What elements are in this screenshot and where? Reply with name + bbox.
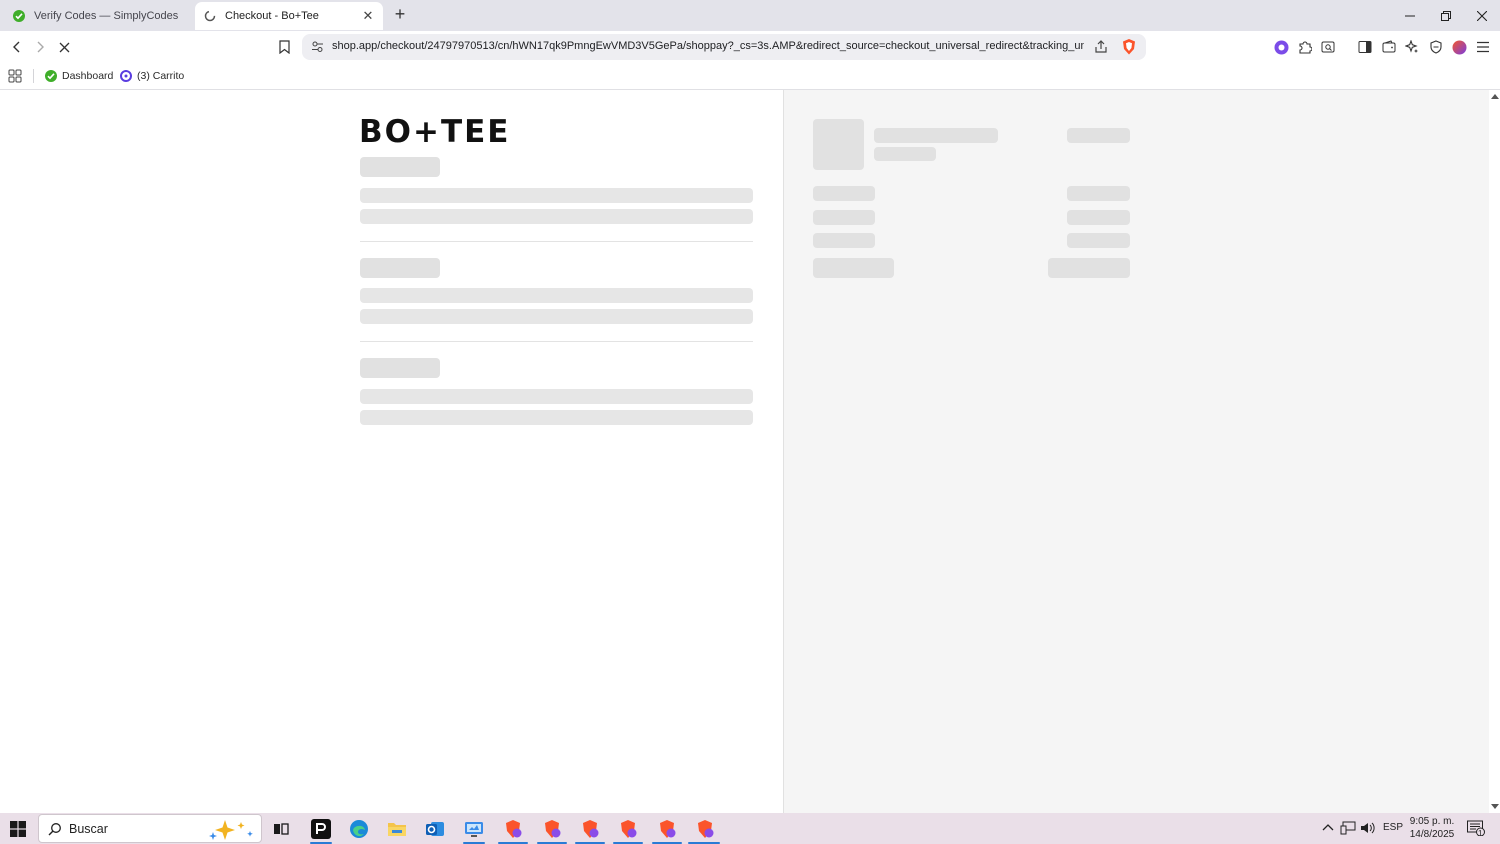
scroll-down-icon[interactable] <box>1491 804 1499 809</box>
brave-window-icon[interactable] <box>694 818 716 840</box>
brave-shields-icon[interactable] <box>1122 39 1136 60</box>
simplycodes-favicon-icon <box>12 9 26 23</box>
bookmark-label: Dashboard <box>62 70 114 82</box>
skeleton-summary-value <box>1067 186 1130 201</box>
taskbar-search-box[interactable]: Buscar <box>38 814 262 843</box>
skeleton-product-title <box>874 128 998 143</box>
section-divider <box>360 241 753 242</box>
task-view-icon[interactable] <box>270 818 292 840</box>
tab-title: Verify Codes — SimplyCodes <box>34 10 179 22</box>
skeleton-section-heading <box>360 157 440 177</box>
brave-window-icon[interactable] <box>579 818 601 840</box>
apps-grid-icon[interactable] <box>8 68 22 84</box>
profile-avatar-icon[interactable] <box>1451 39 1467 55</box>
new-tab-button[interactable]: + <box>391 5 409 24</box>
stop-loading-icon[interactable] <box>54 37 74 57</box>
close-tab-icon[interactable]: ✕ <box>361 9 375 23</box>
tab-verify-codes[interactable]: Verify Codes — SimplyCodes <box>4 2 192 30</box>
simplycodes-extension-icon[interactable] <box>1273 39 1289 55</box>
clock-time: 9:05 p. m. <box>1409 816 1455 827</box>
network-icon[interactable] <box>1340 821 1356 838</box>
brave-window-icon[interactable] <box>656 818 678 840</box>
order-summary-panel <box>783 90 1489 813</box>
taskbar-app-p-icon[interactable] <box>310 818 332 840</box>
checkout-page: BO+TEE <box>0 90 1489 813</box>
section-divider <box>360 341 753 342</box>
botee-logo: BO+TEE <box>359 114 511 150</box>
scroll-up-icon[interactable] <box>1491 94 1499 99</box>
copilot-sparkle-icon <box>205 818 255 844</box>
edge-browser-icon[interactable] <box>348 818 370 840</box>
bookmark-dashboard[interactable]: Dashboard <box>45 68 113 84</box>
skeleton-line <box>360 188 753 203</box>
skeleton-summary-value <box>1067 210 1130 225</box>
bookmarks-divider <box>33 69 34 83</box>
extensions-puzzle-icon[interactable] <box>1297 39 1313 55</box>
skeleton-line <box>360 288 753 303</box>
skeleton-line <box>360 309 753 324</box>
language-indicator[interactable]: ESP <box>1383 822 1403 833</box>
brave-window-icon[interactable] <box>541 818 563 840</box>
skeleton-summary-label <box>813 186 875 201</box>
cart-favicon-icon <box>120 70 132 82</box>
leo-ai-icon[interactable] <box>1404 39 1420 55</box>
skeleton-total-label <box>813 258 894 278</box>
volume-icon[interactable] <box>1360 821 1375 838</box>
skeleton-summary-value <box>1067 233 1130 248</box>
brave-window-icon[interactable] <box>502 818 524 840</box>
skeleton-total-value <box>1048 258 1130 278</box>
tab-strip: Verify Codes — SimplyCodes Checkout - Bo… <box>0 0 1500 31</box>
search-icon <box>48 822 62 841</box>
skeleton-line <box>360 209 753 224</box>
windows-taskbar: Buscar ESP 9:05 p. m. 14/8/2025 1 <box>0 813 1500 844</box>
menu-icon[interactable] <box>1475 39 1491 55</box>
windows-start-icon[interactable] <box>10 821 26 837</box>
bookmark-label: (3) Carrito <box>137 70 185 82</box>
site-info-icon[interactable] <box>311 40 324 58</box>
tab-search-icon[interactable] <box>1320 39 1336 55</box>
sidebar-toggle-icon[interactable] <box>1357 39 1373 55</box>
browser-toolbar: shop.app/checkout/24797970513/cn/hWN17qk… <box>0 31 1500 62</box>
remote-desktop-icon[interactable] <box>463 818 485 840</box>
notification-count: 1 <box>1478 829 1483 838</box>
tab-title: Checkout - Bo+Tee <box>225 10 319 22</box>
skeleton-summary-label <box>813 233 875 248</box>
skeleton-section-heading <box>360 258 440 278</box>
skeleton-product-price <box>1067 128 1130 143</box>
brave-window-icon[interactable] <box>617 818 639 840</box>
forward-icon[interactable] <box>30 37 50 57</box>
close-window-icon[interactable] <box>1472 6 1492 26</box>
bookmark-icon[interactable] <box>274 37 294 57</box>
skeleton-summary-label <box>813 210 875 225</box>
skeleton-product-variant <box>874 147 936 161</box>
loading-spinner-icon <box>203 9 217 23</box>
bookmarks-bar: Dashboard (3) Carrito <box>0 62 1500 90</box>
url-text: shop.app/checkout/24797970513/cn/hWN17qk… <box>332 40 1084 52</box>
address-bar[interactable]: shop.app/checkout/24797970513/cn/hWN17qk… <box>302 34 1146 60</box>
skeleton-line <box>360 389 753 404</box>
share-icon[interactable] <box>1094 40 1108 59</box>
restore-icon[interactable] <box>1436 6 1456 26</box>
skeleton-product-thumbnail <box>813 119 864 170</box>
vpn-shield-icon[interactable] <box>1428 39 1444 55</box>
outlook-icon[interactable] <box>424 818 446 840</box>
tray-overflow-chevron-up-icon[interactable] <box>1322 822 1334 835</box>
tab-checkout[interactable]: Checkout - Bo+Tee ✕ <box>195 2 383 30</box>
file-explorer-icon[interactable] <box>386 818 408 840</box>
skeleton-section-heading <box>360 358 440 378</box>
bookmark-carrito[interactable]: (3) Carrito <box>120 68 184 84</box>
clock-date: 14/8/2025 <box>1409 829 1455 840</box>
search-placeholder: Buscar <box>69 822 108 836</box>
page-scrollbar[interactable] <box>1489 90 1500 813</box>
back-icon[interactable] <box>7 37 27 57</box>
minimize-icon[interactable] <box>1400 6 1420 26</box>
system-clock[interactable]: 9:05 p. m. 14/8/2025 <box>1404 815 1460 841</box>
wallet-icon[interactable] <box>1381 39 1397 55</box>
simplycodes-favicon-icon <box>45 70 57 82</box>
skeleton-line <box>360 410 753 425</box>
